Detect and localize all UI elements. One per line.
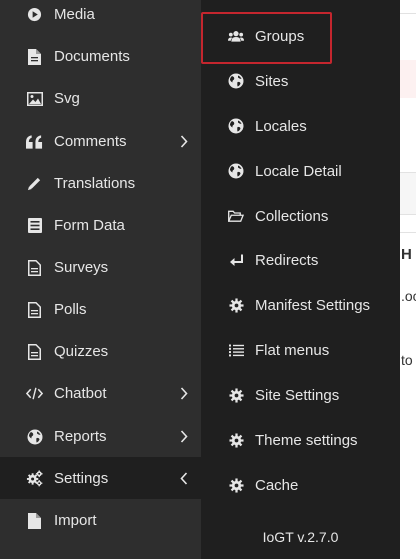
sidebar: Media Documents Svg Comments Translation… <box>0 0 201 559</box>
chevron-right-icon <box>178 385 190 401</box>
document-icon <box>26 512 43 529</box>
submenu-item-groups[interactable]: Groups <box>201 14 400 58</box>
sidebar-item-chatbot[interactable]: Chatbot <box>0 372 201 414</box>
table-header-strip <box>400 172 416 214</box>
background-page: H .oc to <box>400 0 416 559</box>
sidebar-item-label: Reports <box>54 427 107 445</box>
cog-icon <box>228 387 244 403</box>
divider <box>400 232 416 233</box>
submenu-item-label: Redirects <box>255 251 319 269</box>
document-icon <box>26 48 43 65</box>
list-box-icon <box>26 217 43 234</box>
submenu-item-label: Locale Detail <box>255 162 342 180</box>
column-header-fragment: H <box>401 246 412 263</box>
submenu-item-label: Theme settings <box>255 431 358 449</box>
sidebar-item-label: Quizzes <box>54 342 109 360</box>
submenu-item-label: Manifest Settings <box>255 296 371 314</box>
submenu-item-sites[interactable]: Sites <box>201 59 400 103</box>
submenu-item-label: Flat menus <box>255 341 330 359</box>
submenu-item-cache[interactable]: Cache <box>201 463 400 507</box>
text-fragment: to <box>401 352 413 368</box>
sidebar-item-settings[interactable]: Settings <box>0 457 201 499</box>
sidebar-item-label: Comments <box>54 132 127 150</box>
quote-icon <box>26 133 43 150</box>
submenu-item-label: Groups <box>255 27 305 45</box>
folder-open-icon <box>228 208 244 224</box>
globe-icon <box>228 73 244 89</box>
redirect-arrow-icon <box>228 252 244 268</box>
sidebar-item-reports[interactable]: Reports <box>0 415 201 457</box>
sidebar-item-import[interactable]: Import <box>0 499 201 541</box>
sidebar-item-comments[interactable]: Comments <box>0 120 201 162</box>
submenu-item-label: Cache <box>255 476 299 494</box>
divider <box>400 172 416 173</box>
cog-icon <box>228 432 244 448</box>
sidebar-item-label: Form Data <box>54 216 125 234</box>
submenu-item-locales[interactable]: Locales <box>201 104 400 148</box>
submenu-item-locale-detail[interactable]: Locale Detail <box>201 149 400 193</box>
list-icon <box>228 342 244 358</box>
document-lines-icon <box>26 343 43 360</box>
sidebar-item-media[interactable]: Media <box>0 0 201 35</box>
sidebar-item-translations[interactable]: Translations <box>0 162 201 204</box>
sidebar-item-form-data[interactable]: Form Data <box>0 204 201 246</box>
sidebar-item-label: Translations <box>54 174 136 192</box>
submenu-item-site-settings[interactable]: Site Settings <box>201 373 400 417</box>
document-lines-icon <box>26 301 43 318</box>
sidebar-item-label: Documents <box>54 47 130 65</box>
submenu-item-collections[interactable]: Collections <box>201 194 400 238</box>
code-icon <box>26 385 43 402</box>
cogs-icon <box>26 470 43 487</box>
text-fragment: .oc <box>401 288 416 304</box>
sidebar-item-label: Polls <box>54 300 87 318</box>
submenu-item-redirects[interactable]: Redirects <box>201 238 400 282</box>
submenu-item-theme-settings[interactable]: Theme settings <box>201 418 400 462</box>
globe-icon <box>228 163 244 179</box>
chevron-right-icon <box>178 133 190 149</box>
submenu-item-manifest-settings[interactable]: Manifest Settings <box>201 283 400 327</box>
globe-icon <box>228 118 244 134</box>
document-lines-icon <box>26 259 43 276</box>
sidebar-item-label: Chatbot <box>54 384 107 402</box>
divider <box>400 214 416 215</box>
sidebar-item-label: Media <box>54 5 95 23</box>
play-circle-icon <box>26 6 43 23</box>
sidebar-item-surveys[interactable]: Surveys <box>0 246 201 288</box>
sidebar-item-quizzes[interactable]: Quizzes <box>0 330 201 372</box>
chevron-right-icon <box>178 428 190 444</box>
divider <box>400 13 416 14</box>
image-icon <box>26 90 43 107</box>
sidebar-item-documents[interactable]: Documents <box>0 35 201 77</box>
submenu-item-flat-menus[interactable]: Flat menus <box>201 328 400 372</box>
cog-icon <box>228 477 244 493</box>
sidebar-item-label: Settings <box>54 469 109 487</box>
cog-icon <box>228 297 244 313</box>
submenu-item-label: Collections <box>255 207 329 225</box>
sidebar-item-svg[interactable]: Svg <box>0 77 201 119</box>
settings-submenu: Groups Sites Locales Locale Detail Colle… <box>201 0 400 559</box>
submenu-item-label: Site Settings <box>255 386 340 404</box>
sidebar-item-label: Surveys <box>54 258 109 276</box>
version-label: IoGT v.2.7.0 <box>262 529 339 545</box>
sidebar-item-label: Import <box>54 511 97 529</box>
users-icon <box>228 28 244 44</box>
submenu-item-label: Locales <box>255 117 307 135</box>
alert-strip <box>400 60 416 98</box>
globe-icon <box>26 428 43 445</box>
sidebar-item-polls[interactable]: Polls <box>0 288 201 330</box>
chevron-left-icon <box>178 470 190 486</box>
pencil-icon <box>26 175 43 192</box>
sidebar-item-label: Svg <box>54 89 80 107</box>
submenu-item-label: Sites <box>255 72 289 90</box>
